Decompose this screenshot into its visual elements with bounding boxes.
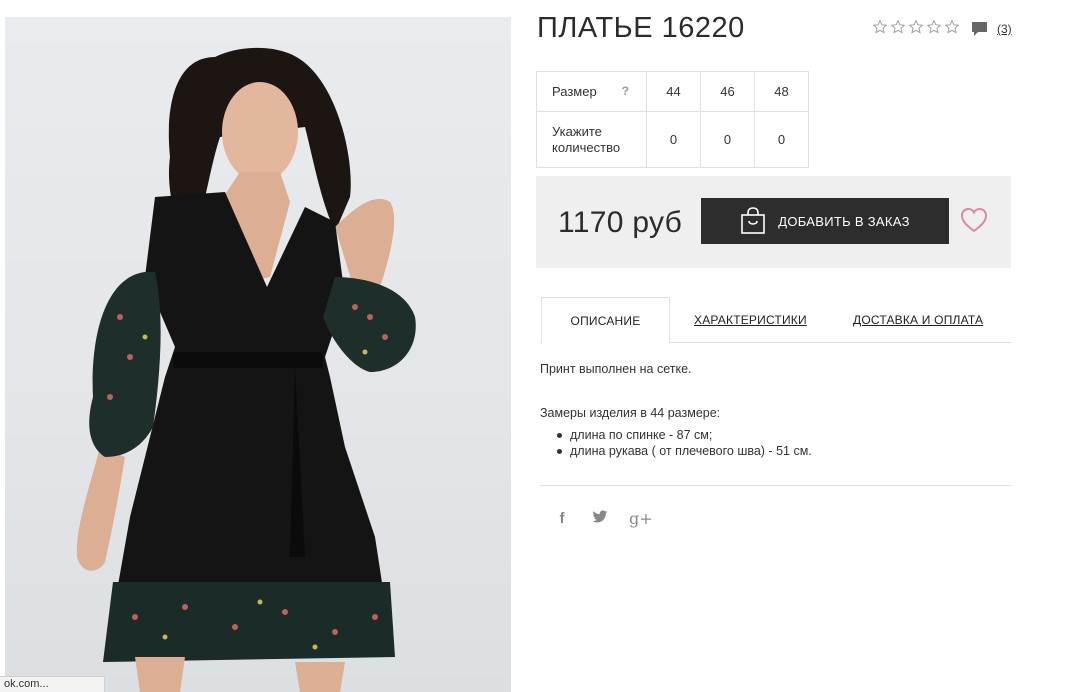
add-to-order-label: ДОБАВИТЬ В ЗАКАЗ xyxy=(778,213,910,229)
review-count-link[interactable]: (3) xyxy=(997,22,1012,36)
facebook-icon[interactable]: f xyxy=(553,510,571,527)
star-empty-icon[interactable] xyxy=(926,19,942,35)
dress-model-image xyxy=(76,47,416,692)
measure-title: Замеры изделия в 44 размере: xyxy=(540,406,721,420)
google-plus-icon[interactable]: g+ xyxy=(629,509,653,528)
size-table: Размер ? 44 46 48 Укажите количество 0 0… xyxy=(536,71,809,168)
product-price: 1170 руб xyxy=(558,206,683,239)
add-to-order-button[interactable]: ДОБАВИТЬ В ЗАКАЗ xyxy=(701,198,949,244)
size-46: 46 xyxy=(700,71,755,112)
tab-description[interactable]: ОПИСАНИЕ xyxy=(541,297,670,344)
description-text: Принт выполнен на сетке. xyxy=(540,362,692,376)
product-photo[interactable] xyxy=(5,17,511,692)
description-panel: Принт выполнен на сетке. Замеры изделия … xyxy=(540,361,812,459)
comment-icon[interactable] xyxy=(971,21,988,37)
heart-wishlist-icon[interactable] xyxy=(960,207,988,233)
twitter-bird-icon xyxy=(592,510,608,522)
star-empty-icon[interactable] xyxy=(944,19,960,35)
size-label-cell: Размер ? xyxy=(536,71,647,112)
list-item: длина рукава ( от плечевого шва) - 51 см… xyxy=(557,443,812,459)
product-title: ПЛАТЬЕ 16220 xyxy=(537,12,745,44)
quantity-input-44[interactable]: 0 xyxy=(646,111,701,168)
size-row: Размер ? 44 46 48 xyxy=(536,71,809,112)
social-share: f g+ xyxy=(553,509,653,528)
product-tabs: ОПИСАНИЕ ХАРАКТЕРИСТИКИ ДОСТАВКА И ОПЛАТ… xyxy=(540,297,1011,344)
quantity-input-48[interactable]: 0 xyxy=(754,111,809,168)
price-panel: 1170 руб ДОБАВИТЬ В ЗАКАЗ xyxy=(536,176,1011,268)
size-label: Размер xyxy=(552,84,597,99)
size-44: 44 xyxy=(646,71,701,112)
quantity-label: Укажите количество xyxy=(536,111,647,168)
measure-list: длина по спинке - 87 см; длина рукава ( … xyxy=(540,427,812,459)
tab-characteristics[interactable]: ХАРАКТЕРИСТИКИ xyxy=(694,297,807,343)
tab-delivery-payment[interactable]: ДОСТАВКА И ОПЛАТА xyxy=(853,297,983,343)
size-48: 48 xyxy=(754,71,809,112)
size-help-icon[interactable]: ? xyxy=(622,84,629,98)
star-empty-icon[interactable] xyxy=(890,19,906,35)
star-empty-icon[interactable] xyxy=(908,19,924,35)
star-empty-icon[interactable] xyxy=(872,19,888,35)
list-item: длина по спинке - 87 см; xyxy=(557,427,812,443)
divider xyxy=(540,485,1011,486)
quantity-row: Укажите количество 0 0 0 xyxy=(536,111,809,168)
browser-status-bar: ok.com... xyxy=(0,676,105,692)
quantity-input-46[interactable]: 0 xyxy=(700,111,755,168)
twitter-icon[interactable] xyxy=(591,510,609,528)
rating-stars[interactable] xyxy=(872,19,960,35)
shopping-bag-icon xyxy=(741,207,766,234)
